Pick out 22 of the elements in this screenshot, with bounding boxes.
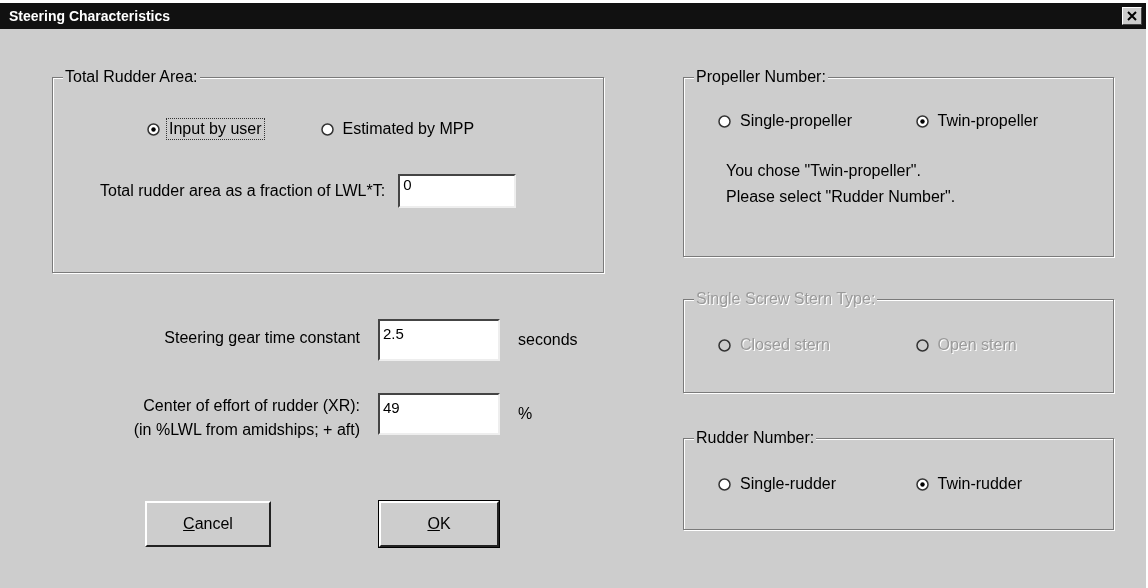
radio-button[interactable]: Single-propeller (718, 110, 916, 132)
message-text: You chose "Twin-propeller". (726, 162, 922, 180)
field-note: (in %LWL from amidships; + aft) (133, 421, 360, 439)
unit-label: seconds (518, 330, 579, 349)
unit-label: % (518, 404, 534, 423)
radio-button[interactable]: Estimated by MPP (320, 118, 478, 140)
field-label: Center of effort of rudder (XR): (143, 397, 360, 415)
field-label: Steering gear time constant (163, 328, 360, 347)
input-field[interactable]: 49 (378, 393, 500, 435)
message-text: Please select "Rudder Number". (726, 188, 957, 206)
dialog-button[interactable]: Cancel (145, 501, 271, 547)
group-label: Propeller Number: (694, 68, 828, 86)
input-field[interactable]: 2.5 (378, 319, 500, 361)
input-field[interactable]: 0 (398, 174, 517, 208)
field-label: Total rudder area as a fraction of LWL*T: (100, 182, 386, 200)
dialog-button[interactable]: OK (379, 501, 499, 547)
window-title: Steering Characteristics (9, 8, 171, 24)
radio-button[interactable]: Twin-propeller (915, 110, 1113, 132)
radio-button[interactable]: Twin-rudder (915, 473, 1113, 495)
close-button[interactable] (1122, 7, 1142, 25)
radio-button[interactable]: Single-rudder (718, 473, 916, 495)
close-icon (1126, 10, 1138, 22)
